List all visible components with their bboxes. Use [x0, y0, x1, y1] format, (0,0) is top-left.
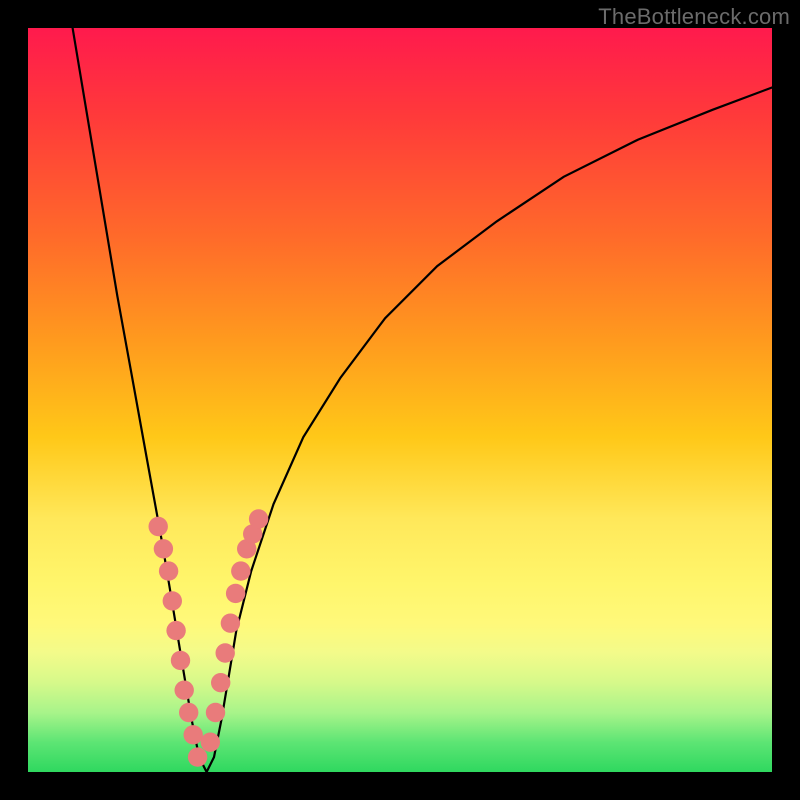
marker-dot	[179, 703, 198, 722]
marker-dot	[216, 643, 235, 662]
marker-dot	[171, 651, 190, 670]
marker-dot	[226, 584, 245, 603]
marker-dot	[221, 614, 240, 633]
marker-group	[149, 509, 269, 767]
marker-dot	[211, 673, 230, 692]
marker-dot	[149, 517, 168, 536]
marker-dot	[166, 621, 185, 640]
chart-frame: TheBottleneck.com	[0, 0, 800, 800]
marker-dot	[184, 725, 203, 744]
plot-area	[28, 28, 772, 772]
marker-dot	[249, 509, 268, 528]
marker-dot	[231, 561, 250, 580]
marker-dot	[154, 539, 173, 558]
marker-dot	[201, 733, 220, 752]
marker-dot	[188, 747, 207, 766]
marker-dot	[163, 591, 182, 610]
marker-dot	[206, 703, 225, 722]
marker-dot	[175, 681, 194, 700]
marker-dot	[159, 561, 178, 580]
watermark-text: TheBottleneck.com	[598, 4, 790, 30]
curve-svg	[28, 28, 772, 772]
